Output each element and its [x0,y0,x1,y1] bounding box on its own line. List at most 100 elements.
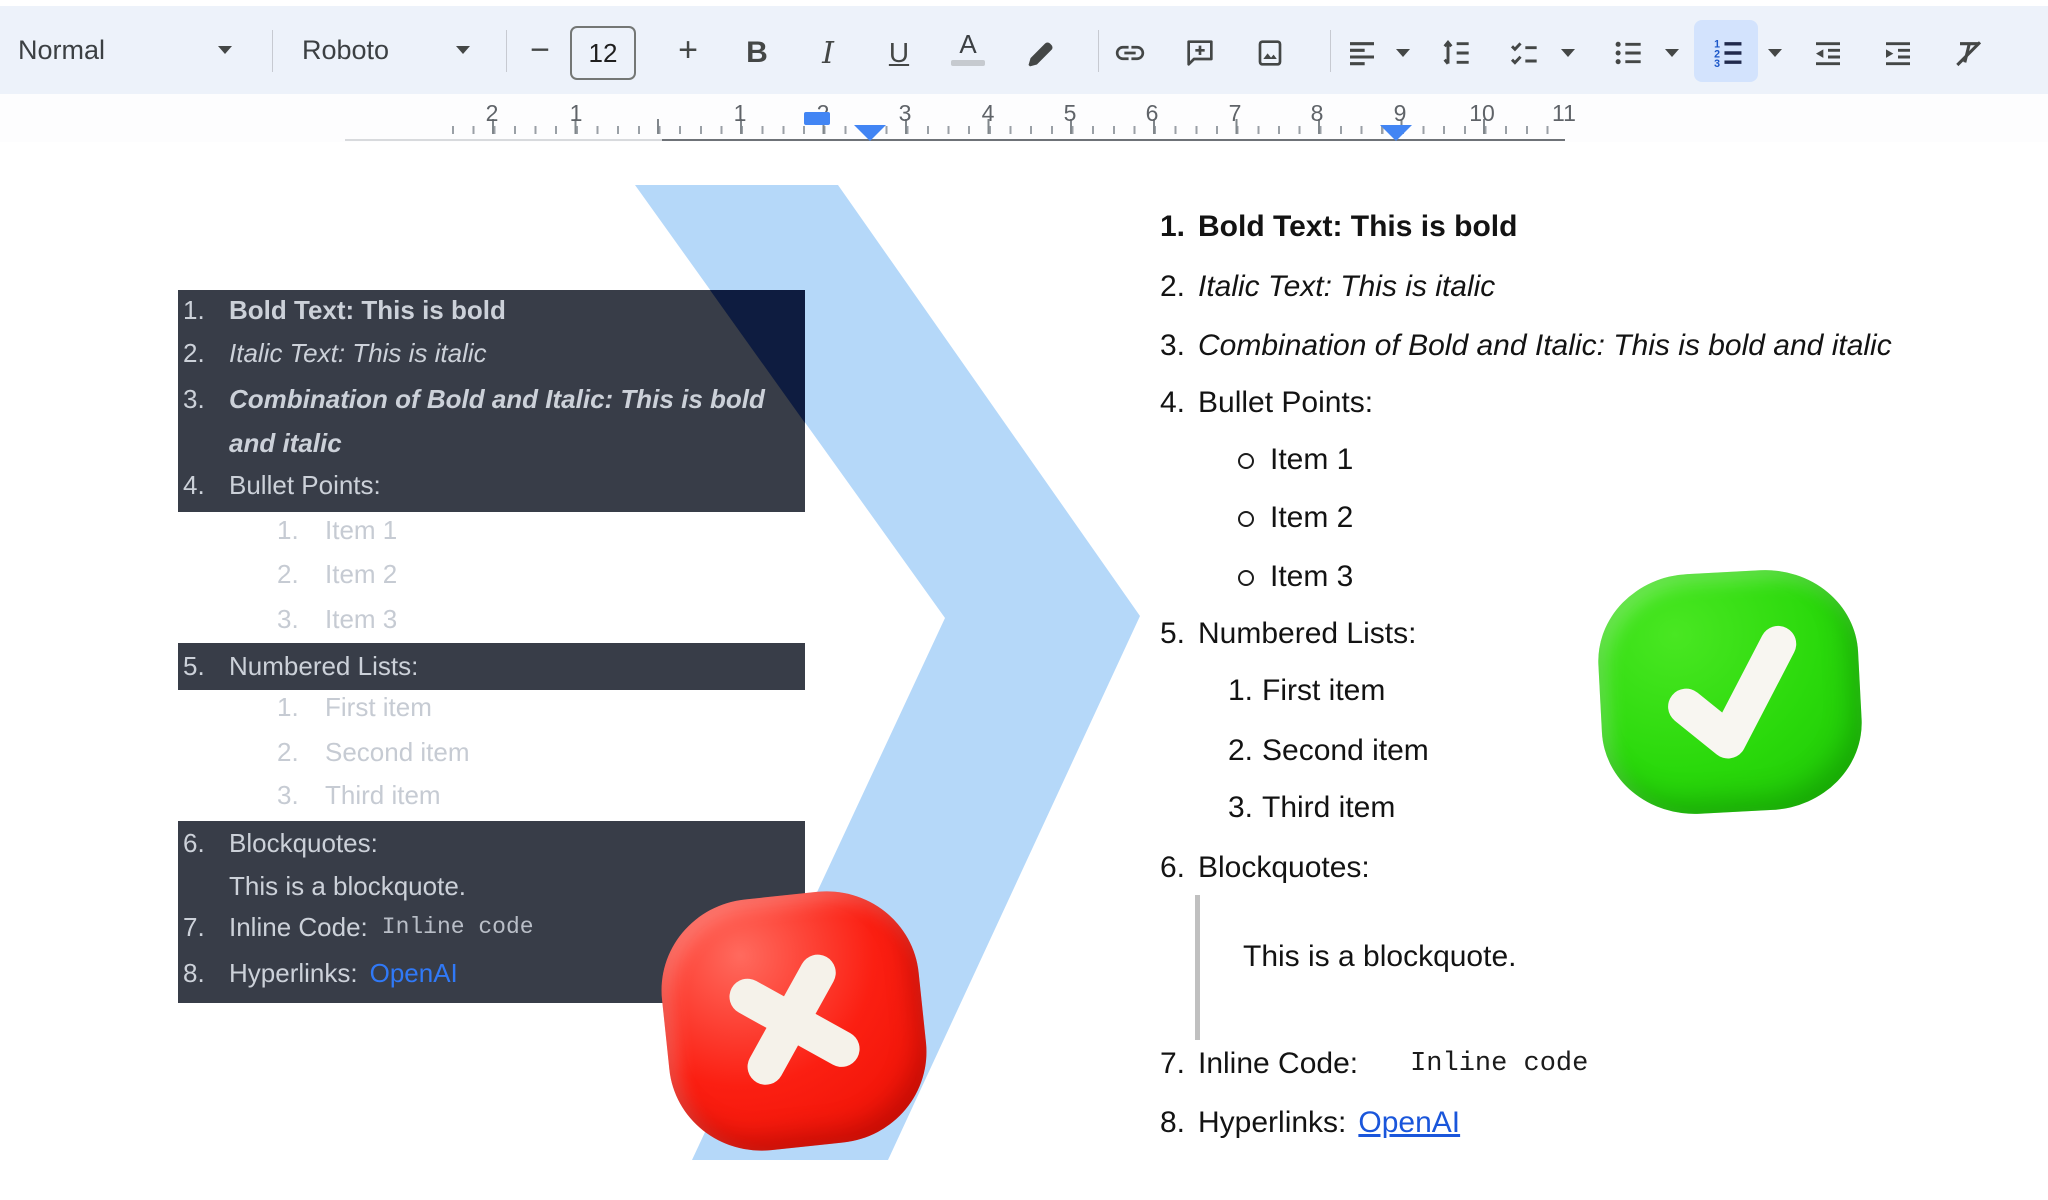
font-selector[interactable]: Roboto [302,6,470,94]
font-name-label: Roboto [302,35,389,66]
before-text: Item 1 [325,508,397,552]
underline-button[interactable]: U [879,33,919,73]
ruler-number: 9 [1394,100,1407,127]
after-text: First item [1262,671,1385,711]
before-row: 2. Italic Text: This is italic [183,331,487,375]
before-sub-item: 1. First item [277,685,432,729]
ruler-number: 2 [486,100,499,127]
svg-text:3: 3 [1714,58,1720,70]
list-number: 8. [183,951,229,995]
bulleted-list-button[interactable] [1608,33,1648,73]
decrease-indent-icon [1812,37,1844,69]
highlight-color-button[interactable] [1020,33,1060,73]
align-button[interactable] [1342,33,1382,73]
line-spacing-button[interactable] [1436,33,1476,73]
toolbar-divider [506,30,507,72]
increase-indent-button[interactable] [1878,33,1918,73]
decrease-font-size-button[interactable]: − [518,6,562,94]
after-text: Item 1 [1270,440,1353,480]
after-text: Item 3 [1270,557,1353,597]
font-size-input[interactable]: 12 [570,26,636,80]
paragraph-style-selector[interactable]: Normal [18,6,238,94]
chevron-down-icon [1665,49,1679,57]
italic-button[interactable]: I [808,33,848,73]
right-indent-marker[interactable] [1380,125,1412,141]
list-number: 3. [277,773,325,817]
green-check-mark-icon[interactable] [1594,565,1866,818]
before-row: 3. Combination of Bold and Italic: This … [183,377,774,465]
bold-icon: B [746,36,768,70]
list-number: 1. [277,508,325,552]
before-text: Second item [325,730,470,774]
chevron-down-icon [218,46,232,54]
before-row: 5. Numbered Lists: [183,644,418,688]
ruler-number: 10 [1469,100,1495,127]
text-color-icon: A [951,31,985,66]
after-row: 4. Bullet Points: [1160,383,1373,423]
list-number: 6. [1160,848,1198,888]
list-number: 3. [183,377,229,465]
after-row: 8. Hyperlinks: OpenAI [1160,1103,1460,1143]
list-number: 8. [1160,1103,1198,1143]
line-spacing-icon [1440,37,1472,69]
list-number: 3. [1160,326,1198,366]
after-text: Item 2 [1270,498,1353,538]
red-x-mark-icon[interactable] [653,882,936,1160]
left-indent-marker[interactable] [854,125,886,141]
list-number: 1. [1160,207,1198,247]
before-text: Item 3 [325,597,397,641]
hollow-bullet-icon [1238,453,1254,469]
insert-image-icon [1254,37,1286,69]
add-comment-button[interactable] [1180,33,1220,73]
after-row: 2. Italic Text: This is italic [1160,267,1495,307]
after-row: 3. Combination of Bold and Italic: This … [1160,326,1892,366]
bold-button[interactable]: B [737,33,777,73]
x-glyph [676,903,911,1138]
list-number: 5. [183,644,229,688]
before-row: 1. Bold Text: This is bold [183,288,506,332]
list-number: 1. [1228,671,1262,711]
chevron-down-icon [1561,49,1575,57]
italic-icon: I [822,36,834,71]
before-row: 7. Inline Code: Inline code [183,905,534,949]
before-openai-link[interactable]: OpenAI [370,951,458,995]
list-number: 2. [183,331,229,375]
after-bullet-item: Item 1 [1238,440,1353,480]
add-comment-icon [1184,37,1216,69]
text-color-button[interactable]: A [948,28,988,68]
clear-formatting-button[interactable] [1948,33,1988,73]
before-row: This is a blockquote. [229,864,466,908]
decrease-indent-button[interactable] [1808,33,1848,73]
checklist-button[interactable] [1504,33,1544,73]
insert-link-button[interactable] [1110,33,1150,73]
after-openai-link[interactable]: OpenAI [1358,1103,1460,1143]
before-sub-item: 3. Third item [277,773,441,817]
first-line-indent-marker[interactable] [804,112,830,125]
list-number: 2. [277,730,325,774]
before-bold-italic-text: Combination of Bold and Italic: This is … [229,377,774,465]
list-number: 7. [183,905,229,949]
before-text: Blockquotes: [229,821,378,865]
after-row: 6. Blockquotes: [1160,848,1370,888]
after-text: Blockquotes: [1198,848,1370,888]
checklist-dropdown-caret[interactable] [1555,33,1581,73]
bulleted-list-dropdown-caret[interactable] [1659,33,1685,73]
increase-font-size-button[interactable]: + [666,6,710,94]
before-sub-item: 3. Item 3 [277,597,397,641]
insert-image-button[interactable] [1250,33,1290,73]
before-bold-text: Bold Text: This is bold [229,288,506,332]
after-numbered-item: 1. First item [1228,671,1385,711]
after-bold-text: Bold Text: This is bold [1198,207,1517,247]
after-italic-text: Italic Text: This is italic [1198,267,1495,307]
before-text: Numbered Lists: [229,644,418,688]
numbered-list-dropdown-caret[interactable] [1762,33,1788,73]
after-numbered-item: 2. Second item [1228,731,1429,771]
list-number: 3. [277,597,325,641]
list-number: 6. [183,821,229,865]
list-number: 1. [183,288,229,332]
align-dropdown-caret[interactable] [1390,33,1416,73]
numbered-list-button[interactable]: 1 2 3 [1708,33,1748,73]
chevron-down-icon [1768,49,1782,57]
ruler-number: 11 [1552,100,1576,127]
before-row: 8. Hyperlinks: OpenAI [183,951,458,995]
